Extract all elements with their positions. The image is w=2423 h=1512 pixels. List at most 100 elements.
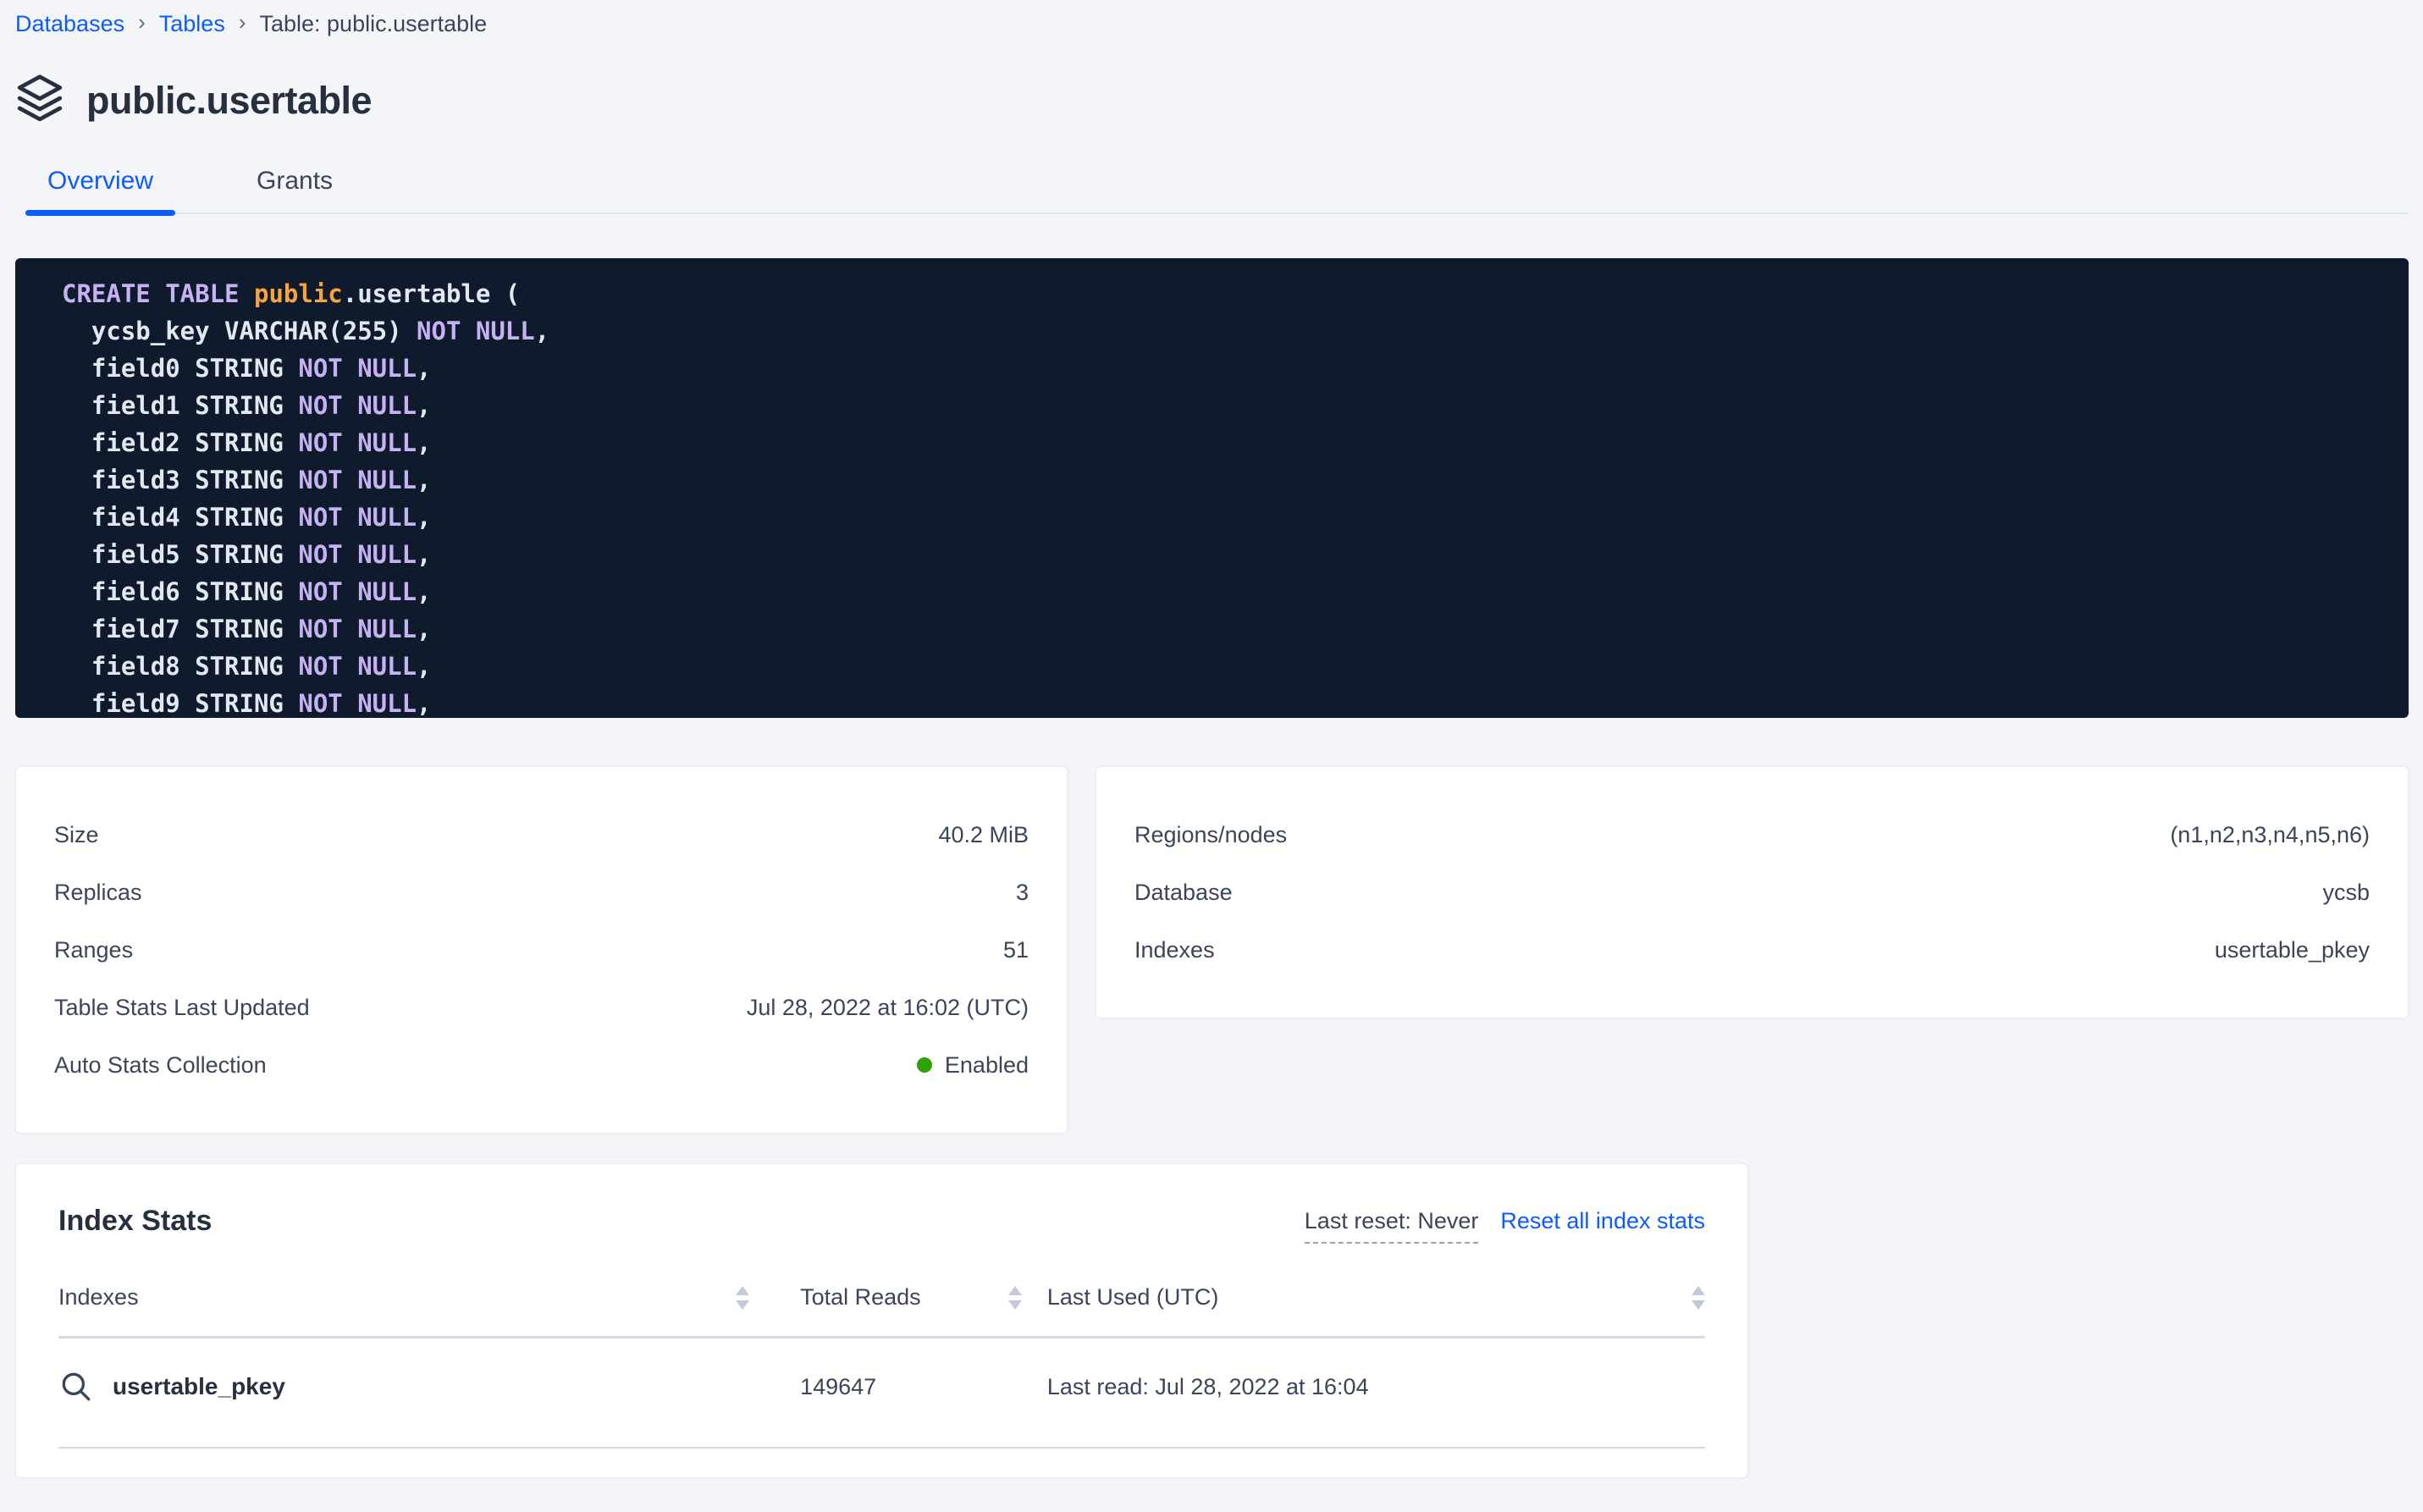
tab-overview[interactable]: Overview (25, 167, 175, 212)
sql-line: field7 STRING NOT NULL, (62, 610, 2383, 648)
stat-label: Size (54, 822, 99, 848)
sql-line: field1 STRING NOT NULL, (62, 387, 2383, 424)
column-header-indexes[interactable]: Indexes (58, 1284, 775, 1311)
sql-token-plain: ycsb_key VARCHAR(255) (62, 317, 417, 345)
sql-token-plain: field1 STRING (62, 391, 298, 420)
stat-value: (n1,n2,n3,n4,n5,n6) (2170, 822, 2370, 848)
sql-line: field0 STRING NOT NULL, (62, 350, 2383, 387)
breadcrumb-link-tables[interactable]: Tables (159, 11, 225, 37)
breadcrumb-current: Table: public.usertable (259, 11, 487, 37)
stat-value: Enabled (917, 1052, 1029, 1079)
sql-line: CREATE TABLE public.usertable ( (62, 275, 2383, 312)
sql-code: CREATE TABLE public.usertable ( ycsb_key… (62, 275, 2383, 718)
sql-token-plain: field4 STRING (62, 503, 298, 532)
stat-row-indexes: Indexes usertable_pkey (1134, 921, 2370, 979)
search-icon (58, 1369, 94, 1404)
sql-token-plain: , (417, 354, 431, 383)
sql-token-plain: field0 STRING (62, 354, 298, 383)
breadcrumb-link-databases[interactable]: Databases (15, 11, 124, 37)
sql-token-keyword: NOT NULL (298, 466, 417, 494)
sql-line: field5 STRING NOT NULL, (62, 536, 2383, 573)
sql-token-plain: , (417, 577, 431, 606)
tab-bar: Overview Grants (25, 167, 2409, 214)
sort-icon[interactable] (736, 1286, 749, 1310)
reset-controls: Last reset: Never Reset all index stats (1305, 1205, 1705, 1244)
sql-token-plain: field3 STRING (62, 466, 298, 494)
sql-token-plain: , (417, 540, 431, 569)
sql-token-plain: , (417, 428, 431, 457)
stat-value: 40.2 MiB (938, 822, 1029, 848)
stat-label: Table Stats Last Updated (54, 995, 310, 1021)
sql-line: field2 STRING NOT NULL, (62, 424, 2383, 461)
stat-value: ycsb (2322, 880, 2370, 906)
stat-row-size: Size 40.2 MiB (54, 806, 1029, 864)
stat-label: Database (1134, 880, 1233, 906)
table-meta-card: Regions/nodes (n1,n2,n3,n4,n5,n6) Databa… (1096, 766, 2409, 1018)
index-stats-table: Indexes Total Reads Last Used (UTC) (58, 1284, 1705, 1449)
index-stats-title: Index Stats (58, 1205, 212, 1238)
sql-line: ycsb_key VARCHAR(255) NOT NULL, (62, 312, 2383, 350)
sort-icon[interactable] (1008, 1286, 1022, 1310)
sql-token-plain: field5 STRING (62, 540, 298, 569)
page-header: public.usertable (15, 73, 2409, 128)
sql-token-keyword: NOT NULL (417, 317, 535, 345)
create-table-sql-box: CREATE TABLE public.usertable ( ycsb_key… (15, 258, 2409, 718)
sql-token-schema: public (254, 279, 343, 308)
sql-token-keyword: NOT NULL (298, 615, 417, 643)
column-header-total-reads[interactable]: Total Reads (775, 1284, 1022, 1311)
stat-row-database: Database ycsb (1134, 864, 2370, 921)
sql-token-plain: , (417, 652, 431, 681)
sql-token-plain: field9 STRING (62, 689, 298, 718)
stat-label: Indexes (1134, 937, 1215, 963)
index-name[interactable]: usertable_pkey (113, 1373, 285, 1400)
sql-token-plain: field2 STRING (62, 428, 298, 457)
stat-value: 51 (1003, 937, 1029, 963)
column-label: Last Used (UTC) (1047, 1284, 1219, 1311)
sql-token-plain: , (417, 615, 431, 643)
stat-label: Regions/nodes (1134, 822, 1287, 848)
sql-token-plain: field6 STRING (62, 577, 298, 606)
sql-token-keyword: NOT NULL (298, 652, 417, 681)
sql-line: field9 STRING NOT NULL, (62, 685, 2383, 718)
breadcrumb: Databases › Tables › Table: public.usert… (15, 7, 2409, 41)
sql-token-keyword: NOT NULL (298, 428, 417, 457)
sql-token-plain: , (417, 391, 431, 420)
sql-token-keyword: NOT NULL (298, 503, 417, 532)
stat-label: Ranges (54, 937, 133, 963)
sql-token-plain: field7 STRING (62, 615, 298, 643)
column-header-last-used[interactable]: Last Used (UTC) (1022, 1284, 1705, 1311)
index-table-row: usertable_pkey 149647 Last read: Jul 28,… (58, 1338, 1705, 1447)
column-label: Total Reads (800, 1284, 921, 1311)
sql-token-plain: field8 STRING (62, 652, 298, 681)
sort-icon[interactable] (1692, 1286, 1705, 1310)
index-name-cell[interactable]: usertable_pkey (58, 1369, 775, 1404)
reset-all-index-stats-link[interactable]: Reset all index stats (1500, 1208, 1705, 1234)
sql-token-keyword: NOT NULL (298, 391, 417, 420)
sql-token-keyword: NOT NULL (298, 540, 417, 569)
stat-label: Auto Stats Collection (54, 1052, 267, 1079)
table-row-divider (58, 1447, 1705, 1449)
sql-token-plain: , (535, 317, 549, 345)
index-stats-table-header: Indexes Total Reads Last Used (UTC) (58, 1284, 1705, 1336)
table-details-page: Databases › Tables › Table: public.usert… (0, 0, 2423, 1478)
sql-line: field3 STRING NOT NULL, (62, 461, 2383, 499)
tab-grants[interactable]: Grants (235, 167, 355, 212)
stat-row-replicas: Replicas 3 (54, 864, 1029, 921)
sql-token-plain: .usertable ( (343, 279, 521, 308)
stat-value: usertable_pkey (2215, 937, 2370, 963)
summary-cards-row: Size 40.2 MiB Replicas 3 Ranges 51 Table… (15, 766, 2409, 1134)
last-used-cell: Last read: Jul 28, 2022 at 16:04 (1022, 1374, 1705, 1400)
layers-stack-icon (15, 73, 64, 128)
sql-line: field6 STRING NOT NULL, (62, 573, 2383, 610)
page-title: public.usertable (86, 79, 372, 123)
table-stats-card: Size 40.2 MiB Replicas 3 Ranges 51 Table… (15, 766, 1068, 1134)
stat-value: 3 (1016, 880, 1029, 906)
sql-line: field8 STRING NOT NULL, (62, 648, 2383, 685)
sql-token-plain: , (417, 689, 431, 718)
sql-line: field4 STRING NOT NULL, (62, 499, 2383, 536)
sql-token-plain: , (417, 466, 431, 494)
stat-row-ranges: Ranges 51 (54, 921, 1029, 979)
sql-token-keyword: NOT NULL (298, 577, 417, 606)
status-text: Enabled (945, 1052, 1029, 1079)
last-reset-tooltip-trigger[interactable]: Last reset: Never (1305, 1208, 1479, 1244)
